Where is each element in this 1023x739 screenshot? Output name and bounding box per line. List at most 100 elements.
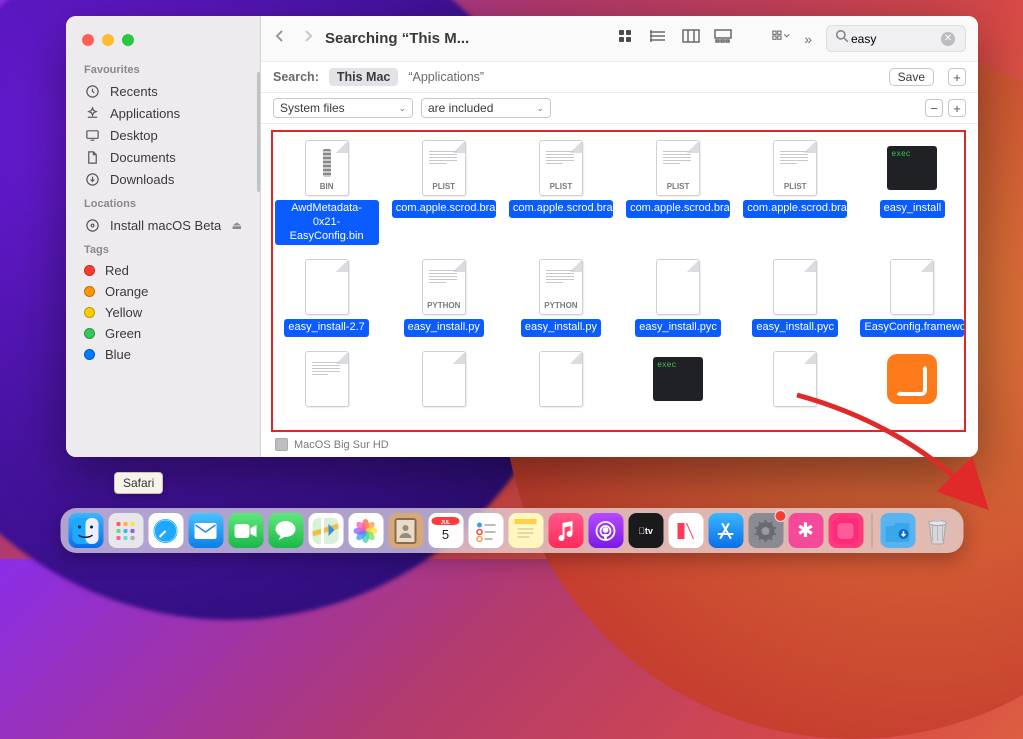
forward-button[interactable] [301, 28, 315, 49]
sidebar-item-label: Orange [105, 284, 148, 299]
column-view-button[interactable] [682, 29, 700, 48]
file-item[interactable]: PYTHONeasy_install.py [503, 251, 618, 341]
file-label [791, 411, 799, 427]
back-button[interactable] [273, 28, 287, 49]
clear-search-button[interactable]: ✕ [941, 32, 955, 46]
file-label: easy_install.pyc [752, 319, 838, 337]
sidebar-item-recents[interactable]: Recents [66, 80, 260, 102]
toolbar: Searching “This M... » ✕ [261, 16, 978, 62]
sidebar-item-applications[interactable]: Applications [66, 102, 260, 124]
dock-item-notes[interactable] [508, 513, 543, 548]
search-input[interactable] [851, 32, 941, 46]
sidebar-tag-yellow[interactable]: Yellow [66, 302, 260, 323]
main-content: Searching “This M... » ✕ Search: This Ma… [260, 16, 978, 457]
document-icon: PLIST [773, 140, 817, 196]
dock-item-tv[interactable]: tv [628, 513, 663, 548]
more-toolbar-button[interactable]: » [804, 31, 812, 47]
document-icon [305, 259, 349, 315]
minimize-button[interactable] [102, 34, 114, 46]
scope-applications[interactable]: “Applications” [408, 70, 484, 84]
dock-item-reminders[interactable] [468, 513, 503, 548]
sidebar-tag-orange[interactable]: Orange [66, 281, 260, 302]
dock-item-app-store[interactable] [708, 513, 743, 548]
sidebar-tag-green[interactable]: Green [66, 323, 260, 344]
eject-icon[interactable]: ⏏ [232, 219, 242, 232]
file-item[interactable]: easy_install-2.7 [269, 251, 384, 341]
dock-item-launchpad[interactable] [108, 513, 143, 548]
document-icon [539, 351, 583, 407]
dock-item-system-preferences[interactable] [748, 513, 783, 548]
add-criteria-button[interactable]: + [948, 68, 966, 86]
file-item[interactable]: EasyConfig.framework [855, 251, 970, 341]
results-area[interactable]: BINAwdMetadata-0x21-EasyConfig.binPLISTc… [261, 124, 978, 457]
document-icon [305, 351, 349, 407]
dock-item-podcasts[interactable] [588, 513, 623, 548]
desktop-icon [84, 127, 100, 143]
svg-text:5: 5 [442, 527, 449, 542]
file-item[interactable]: PLISTcom.apple.scrod.braille.d...pen.pli… [620, 132, 735, 249]
dock-item-facetime[interactable] [228, 513, 263, 548]
gallery-view-button[interactable] [714, 29, 732, 48]
file-item[interactable]: BINAwdMetadata-0x21-EasyConfig.bin [269, 132, 384, 249]
sidebar-item-documents[interactable]: Documents [66, 146, 260, 168]
dock-item-news[interactable] [668, 513, 703, 548]
dock-item-music[interactable] [548, 513, 583, 548]
path-bar[interactable]: MacOS Big Sur HD [275, 438, 389, 451]
criteria-operator-select[interactable]: are included⌄ [421, 98, 551, 118]
file-item[interactable]: easy_install.pyc [738, 251, 853, 341]
group-by-button[interactable] [772, 29, 790, 48]
tag-dot-icon [84, 265, 95, 276]
add-criteria-button[interactable]: + [948, 99, 966, 117]
file-item[interactable]: PLISTcom.apple.scrod.braille.d...link.pl… [738, 132, 853, 249]
dock-separator [871, 514, 872, 548]
document-icon [422, 351, 466, 407]
sidebar-tag-blue[interactable]: Blue [66, 344, 260, 365]
icon-view-button[interactable] [618, 29, 636, 48]
file-item[interactable]: PLISTcom.apple.scrod.braille.d....40.pli… [386, 132, 501, 249]
file-item[interactable] [269, 343, 384, 431]
dock-item-trash[interactable] [920, 513, 955, 548]
dock-item-contacts[interactable] [388, 513, 423, 548]
dock-item-messages[interactable] [268, 513, 303, 548]
dock-item-finder[interactable] [68, 513, 103, 548]
dock-item-calendar[interactable]: JUL5 [428, 513, 463, 548]
dock-item-safari[interactable] [148, 513, 183, 548]
file-item[interactable] [738, 343, 853, 431]
dock-item-maps[interactable] [308, 513, 343, 548]
zoom-button[interactable] [122, 34, 134, 46]
dock-item-unknown[interactable]: ✱ [788, 513, 823, 548]
scope-this-mac[interactable]: This Mac [329, 68, 399, 86]
dock-item-mail[interactable] [188, 513, 223, 548]
dock-item-cleanmymac[interactable] [828, 513, 863, 548]
close-button[interactable] [82, 34, 94, 46]
file-item[interactable] [855, 343, 970, 431]
sidebar-item-desktop[interactable]: Desktop [66, 124, 260, 146]
sidebar-section-tags: Tags [66, 240, 260, 260]
sidebar-section-locations: Locations [66, 194, 260, 214]
dock-item-photos[interactable] [348, 513, 383, 548]
list-view-button[interactable] [650, 29, 668, 48]
file-item[interactable]: PLISTcom.apple.scrod.braille.d...k.12.pl… [503, 132, 618, 249]
remove-criteria-button[interactable]: − [925, 99, 943, 117]
file-item[interactable]: exec [620, 343, 735, 431]
criteria-attribute-select[interactable]: System files⌄ [273, 98, 413, 118]
downloads-icon [84, 171, 100, 187]
sidebar-item-label: Desktop [110, 128, 158, 143]
save-search-button[interactable]: Save [889, 68, 934, 86]
file-item[interactable] [386, 343, 501, 431]
sidebar-tag-red[interactable]: Red [66, 260, 260, 281]
tag-dot-icon [84, 307, 95, 318]
file-label [674, 411, 682, 427]
search-field[interactable]: ✕ [826, 25, 966, 52]
file-item[interactable] [503, 343, 618, 431]
app-icon [887, 354, 937, 404]
file-item[interactable]: PYTHONeasy_install.py [386, 251, 501, 341]
file-item[interactable]: execeasy_install [855, 132, 970, 249]
sidebar-item-label: Downloads [110, 172, 174, 187]
window-title: Searching “This M... [325, 30, 469, 47]
criteria-bar: System files⌄ are included⌄ − + [261, 93, 978, 124]
dock-item-downloads[interactable] [880, 513, 915, 548]
file-item[interactable]: easy_install.pyc [620, 251, 735, 341]
sidebar-item-downloads[interactable]: Downloads [66, 168, 260, 190]
sidebar-item-install-macos[interactable]: Install macOS Beta ⏏ [66, 214, 260, 236]
